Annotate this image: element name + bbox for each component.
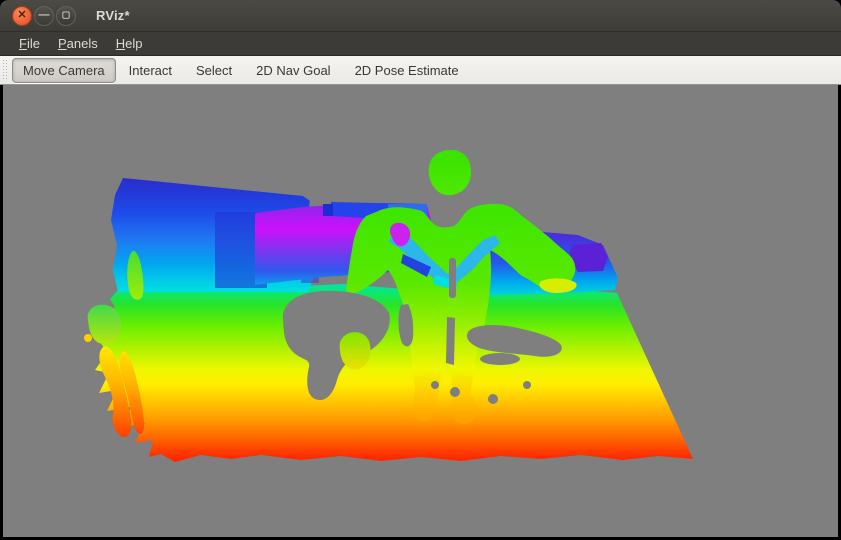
floor-hole-dot bbox=[488, 394, 498, 404]
cloud-floor bbox=[95, 283, 693, 462]
cloud-blue-strip-dark bbox=[323, 204, 333, 216]
tool-select[interactable]: Select bbox=[185, 58, 243, 83]
tool-bar: Move Camera Interact Select 2D Nav Goal … bbox=[0, 56, 841, 85]
floor-hole-dot bbox=[523, 381, 531, 389]
minimize-icon[interactable]: — bbox=[34, 6, 54, 26]
menu-bar: File Panels Help bbox=[0, 32, 841, 56]
tool-2d-pose-estimate[interactable]: 2D Pose Estimate bbox=[344, 58, 470, 83]
menu-help[interactable]: Help bbox=[107, 34, 152, 53]
tool-2d-nav-goal[interactable]: 2D Nav Goal bbox=[245, 58, 341, 83]
render-viewport[interactable] bbox=[3, 85, 838, 537]
left-yellow-dot bbox=[84, 334, 92, 342]
point-cloud-render bbox=[3, 85, 838, 537]
title-bar[interactable]: ✕ — ▢ RViz* bbox=[0, 0, 841, 32]
shadow-between-legs bbox=[446, 317, 455, 365]
rviz-window: ✕ — ▢ RViz* File Panels Help Move Camera… bbox=[0, 0, 841, 540]
menu-file[interactable]: File bbox=[10, 34, 49, 53]
chest-shadow-sliver bbox=[449, 258, 456, 298]
window-title: RViz* bbox=[96, 8, 130, 23]
maximize-icon[interactable]: ▢ bbox=[56, 6, 76, 26]
person-head bbox=[429, 150, 471, 195]
toolbar-drag-handle-icon[interactable] bbox=[3, 60, 8, 80]
menu-panels[interactable]: Panels bbox=[49, 34, 107, 53]
shadow-sliver-2 bbox=[480, 353, 520, 365]
close-icon[interactable]: ✕ bbox=[12, 6, 32, 26]
floor-hole-dot bbox=[450, 387, 460, 397]
floor-hole-dot bbox=[431, 381, 439, 389]
maximize-glyph: ▢ bbox=[62, 11, 71, 20]
tool-interact[interactable]: Interact bbox=[118, 58, 183, 83]
tool-move-camera[interactable]: Move Camera bbox=[12, 58, 116, 83]
